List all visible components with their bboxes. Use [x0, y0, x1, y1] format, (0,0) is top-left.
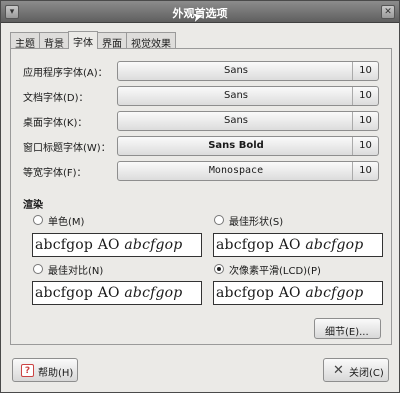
preview-best-contrast-text: abcfgop AO abcfgop	[35, 285, 183, 301]
tab-visual-effects[interactable]: 视觉效果	[126, 32, 176, 50]
help-button-label: 帮助(H)	[38, 368, 74, 379]
application-font-name: Sans	[223, 65, 249, 76]
window-title-font-label: 窗口标题字体(W)：	[23, 143, 111, 154]
application-font-size: 10	[352, 62, 378, 80]
preview-subpixel[interactable]: abcfgop AO abcfgop	[213, 281, 383, 305]
document-font-name: Sans	[223, 90, 249, 101]
tab-interface[interactable]: 界面	[97, 32, 127, 50]
appearance-preferences-window: ▾ 外观首选项 ✕ ➤ 主题 背景 字体 界面 视觉效果 应用程序字体(A)： …	[0, 0, 400, 393]
details-button-label: 细节(E)...	[325, 327, 369, 338]
radio-best-shapes-label: 最佳形状(S)	[229, 217, 284, 228]
tab-background[interactable]: 背景	[39, 32, 69, 50]
preview-subpixel-text: abcfgop AO abcfgop	[216, 285, 364, 301]
monospace-font-size: 10	[352, 162, 378, 180]
monospace-font-name: Monospace	[208, 165, 264, 176]
radio-subpixel-label: 次像素平滑(LCD)(P)	[229, 266, 321, 277]
window-title-font-name: Sans Bold	[208, 140, 264, 151]
application-font-button[interactable]: Sans 10	[117, 61, 379, 81]
document-font-label: 文档字体(D)：	[23, 93, 89, 104]
window-title-font-button[interactable]: Sans Bold 10	[117, 136, 379, 156]
close-button[interactable]: ✕ 关闭(C)	[323, 358, 389, 382]
tab-bar: 主题 背景 字体 界面 视觉效果	[10, 31, 176, 50]
radio-best-contrast-indicator[interactable]	[33, 264, 43, 274]
fonts-panel: 应用程序字体(A)： Sans 10 文档字体(D)： Sans 10 桌面字体…	[10, 48, 392, 345]
window-close-icon[interactable]: ✕	[381, 5, 395, 19]
help-button[interactable]: ? 帮助(H)	[12, 358, 78, 382]
preview-monochrome[interactable]: abcfgop AO abcfgop	[32, 233, 202, 257]
radio-subpixel-indicator[interactable]	[214, 264, 224, 274]
monospace-font-row: 等宽字体(F)： Monospace 10	[23, 161, 383, 181]
desktop-font-row: 桌面字体(K)： Sans 10	[23, 111, 383, 131]
document-font-row: 文档字体(D)： Sans 10	[23, 86, 383, 106]
close-icon: ✕	[333, 363, 344, 378]
document-font-button[interactable]: Sans 10	[117, 86, 379, 106]
application-font-row: 应用程序字体(A)： Sans 10	[23, 61, 383, 81]
application-font-label: 应用程序字体(A)：	[23, 68, 108, 79]
close-button-label: 关闭(C)	[349, 368, 384, 379]
tab-theme[interactable]: 主题	[10, 32, 40, 50]
preview-best-shapes-text: abcfgop AO abcfgop	[216, 237, 364, 253]
radio-monochrome-label: 单色(M)	[48, 217, 85, 228]
preview-best-contrast[interactable]: abcfgop AO abcfgop	[32, 281, 202, 305]
radio-best-shapes-indicator[interactable]	[214, 215, 224, 225]
monospace-font-button[interactable]: Monospace 10	[117, 161, 379, 181]
desktop-font-label: 桌面字体(K)：	[23, 118, 88, 129]
help-icon: ?	[21, 364, 34, 377]
radio-best-contrast-label: 最佳对比(N)	[48, 266, 104, 277]
window-title-font-size: 10	[352, 137, 378, 155]
rendering-section-title: 渲染	[23, 200, 43, 211]
desktop-font-size: 10	[352, 112, 378, 130]
tab-fonts[interactable]: 字体	[68, 31, 98, 49]
desktop-font-button[interactable]: Sans 10	[117, 111, 379, 131]
preview-best-shapes[interactable]: abcfgop AO abcfgop	[213, 233, 383, 257]
window-title-font-row: 窗口标题字体(W)： Sans Bold 10	[23, 136, 383, 156]
document-font-size: 10	[352, 87, 378, 105]
desktop-font-name: Sans	[223, 115, 249, 126]
preview-monochrome-text: abcfgop AO abcfgop	[35, 237, 183, 253]
radio-monochrome-indicator[interactable]	[33, 215, 43, 225]
monospace-font-label: 等宽字体(F)：	[23, 168, 87, 179]
details-button[interactable]: 细节(E)...	[314, 318, 381, 339]
